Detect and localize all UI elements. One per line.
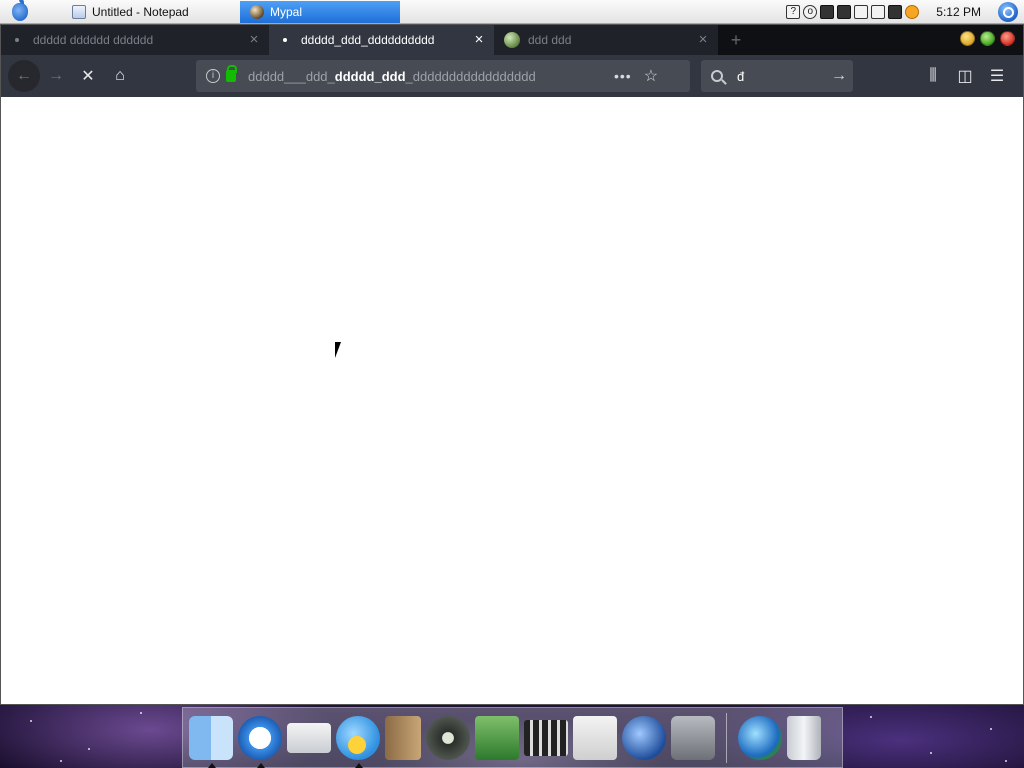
address-book-icon[interactable] (385, 715, 421, 760)
clock[interactable]: 5:12 PM (936, 5, 981, 19)
ichat-running-indicator (355, 762, 363, 768)
ichat-icon[interactable] (336, 715, 380, 768)
page-actions-icon[interactable]: ••• (614, 68, 632, 84)
back-button[interactable]: ← (8, 60, 40, 92)
toolbar-right: ⫼ ◫ ☰ (917, 60, 1013, 92)
dock (182, 707, 843, 768)
taskbar-mypal-label: Mypal (270, 4, 303, 19)
url-host: ddddd_ddd (334, 68, 406, 84)
stop-button[interactable]: ✕ (72, 60, 104, 92)
tab-2[interactable]: ddddd_ddd_dddddddddd × (269, 25, 494, 55)
display-icon[interactable] (820, 5, 835, 19)
lock-icon[interactable] (226, 65, 237, 82)
tab-3[interactable]: ddd ddd × (494, 25, 718, 55)
flag-icon[interactable] (871, 5, 886, 19)
dock-separator (726, 712, 727, 763)
network-icon[interactable] (854, 5, 869, 19)
bookmark-star-icon[interactable]: ☆ (644, 66, 658, 86)
tab-2-close-icon[interactable]: × (472, 32, 486, 47)
quicktime-icon[interactable] (622, 715, 666, 760)
cd-icon[interactable]: o (803, 5, 818, 19)
url-suffix: _ddddddddddddddddd (405, 68, 536, 84)
volume-icon[interactable] (837, 5, 852, 19)
itunes-icon[interactable] (426, 715, 470, 760)
tab-1-loading-dot (15, 38, 19, 42)
network-globe-icon[interactable] (738, 715, 782, 760)
tab-1-close-icon[interactable]: × (247, 32, 261, 47)
tab-3-close-icon[interactable]: × (696, 32, 710, 47)
trash-icon[interactable] (787, 715, 821, 760)
tab-1-title: ddddd dddddd dddddd (33, 33, 154, 47)
safari-running-indicator (257, 762, 265, 768)
info-icon[interactable]: i (206, 69, 220, 83)
page-content[interactable] (1, 97, 1023, 704)
notepad-icon (72, 4, 86, 19)
tab-3-favicon-icon (504, 32, 520, 48)
tab-strip: ddddd dddddd dddddd × ddddd_ddd_dddddddd… (1, 25, 1023, 55)
finder-running-indicator (208, 762, 216, 768)
taskbar-notepad[interactable]: Untitled - Notepad (62, 1, 218, 23)
search-bar[interactable]: → (701, 60, 853, 92)
new-tab-button[interactable]: + (718, 25, 754, 55)
minimize-button[interactable] (960, 31, 975, 46)
search-tray-icon[interactable] (905, 5, 920, 19)
forward-button[interactable]: → (40, 60, 72, 92)
tab-3-title: ddd ddd (528, 33, 572, 47)
taskbar-notepad-label: Untitled - Notepad (92, 4, 189, 19)
url-text[interactable]: ddddd___ddd_ddddd_ddd_ddddddddddddddddd (248, 69, 604, 84)
tab-2-title: ddddd_ddd_dddddddddd (301, 33, 435, 47)
tab-2-loading-dot (283, 38, 287, 42)
taskbar-mypal[interactable]: Mypal (240, 0, 400, 23)
maximize-button[interactable] (980, 31, 995, 46)
search-go-icon[interactable]: → (831, 67, 847, 85)
mail-icon[interactable] (287, 722, 331, 753)
spotlight-icon[interactable] (998, 2, 1018, 22)
iphoto-icon[interactable] (475, 715, 519, 760)
imovie-icon[interactable] (524, 719, 568, 756)
search-icon (711, 70, 723, 82)
apple-icon (12, 0, 28, 21)
sidebar-icon[interactable]: ◫ (949, 60, 981, 92)
url-prefix: ddddd___ddd_ (248, 68, 335, 84)
url-bar[interactable]: i ddddd___ddd_ddddd_ddd_dddddddddddddddd… (196, 60, 690, 92)
finder-icon[interactable] (189, 715, 233, 768)
tab-1[interactable]: ddddd dddddd dddddd × (1, 25, 269, 55)
window-controls (960, 31, 1015, 46)
browser-window: ddddd dddddd dddddd × ddddd_ddd_dddddddd… (0, 24, 1024, 705)
menubar: Untitled - Notepad Mypal ? o 5:12 PM (0, 0, 1024, 24)
home-button[interactable]: ⌂ (104, 60, 136, 92)
monitor-icon[interactable] (888, 5, 903, 19)
system-preferences-icon[interactable] (671, 715, 715, 760)
search-input[interactable] (737, 68, 825, 84)
help-icon[interactable]: ? (786, 5, 801, 19)
ical-icon[interactable] (573, 715, 617, 760)
system-tray: ? o 5:12 PM (786, 0, 1024, 24)
menu-icon[interactable]: ☰ (981, 60, 1013, 92)
mypal-icon (250, 4, 264, 19)
nav-toolbar: ← → ✕ ⌂ i ddddd___ddd_ddddd_ddd_dddddddd… (1, 55, 1023, 97)
safari-icon[interactable] (238, 715, 282, 768)
mouse-cursor (335, 342, 347, 358)
library-icon[interactable]: ⫼ (917, 60, 949, 92)
apple-menu-button[interactable] (0, 0, 40, 24)
close-window-button[interactable] (1000, 31, 1015, 46)
